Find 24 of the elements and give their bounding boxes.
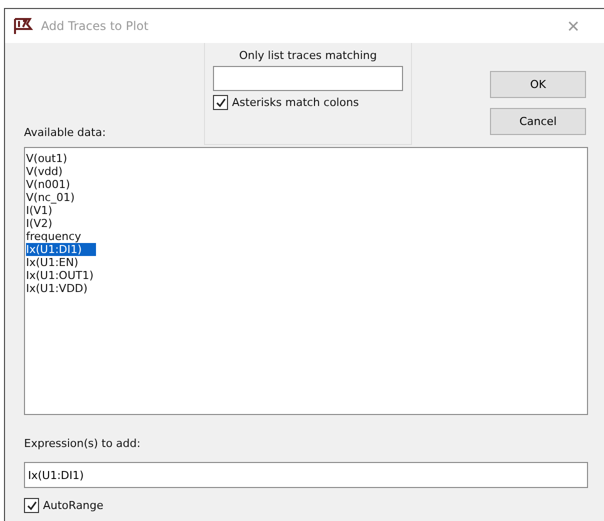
list-item[interactable]: Ix(U1:DI1) [26,243,96,256]
window-title: Add Traces to Plot [41,19,150,33]
list-item[interactable]: I(V2) [26,217,66,230]
list-item[interactable]: frequency [26,230,96,243]
checkbox[interactable] [213,95,228,110]
list-item[interactable]: Ix(U1:OUT1) [26,269,108,282]
list-item[interactable]: V(out1) [26,152,82,165]
available-data-label: Available data: [24,126,106,139]
list-item[interactable]: V(n001) [26,178,84,191]
list-item[interactable]: Ix(U1:VDD) [26,282,102,295]
expression-field[interactable]: Ix(U1:DI1) [24,462,588,488]
expression-label: Expression(s) to add: [24,437,142,450]
list-item[interactable]: V(vdd) [26,165,77,178]
ok-button[interactable]: OK [490,71,586,98]
checkbox-label: AutoRange [43,499,104,512]
app-icon [13,17,33,35]
checkbox[interactable] [24,498,39,513]
filter-field[interactable] [213,66,403,91]
cancel-button[interactable]: Cancel [490,108,586,135]
checkbox-label: Asterisks match colons [232,96,359,109]
filter-label: Only list traces matching [239,49,377,62]
list-item[interactable]: Ix(U1:EN) [26,256,92,269]
list-item[interactable]: I(V1) [26,204,66,217]
list-item[interactable]: V(nc_01) [26,191,89,204]
